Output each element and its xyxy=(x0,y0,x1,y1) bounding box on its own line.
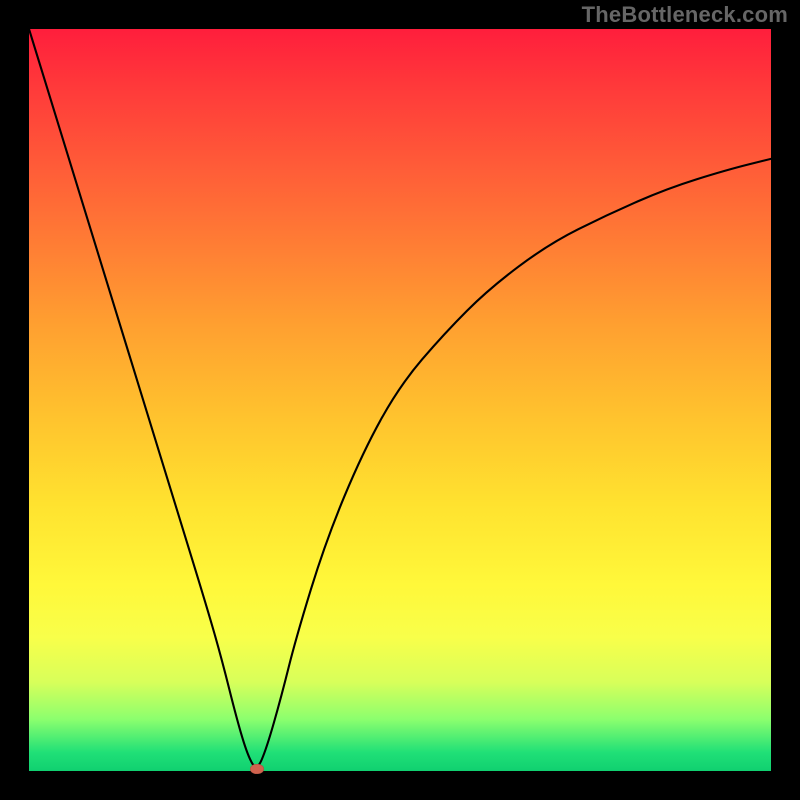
plot-area xyxy=(29,29,771,771)
optimal-marker-icon xyxy=(250,764,264,774)
bottleneck-curve-path xyxy=(29,29,771,767)
chart-root: TheBottleneck.com xyxy=(0,0,800,800)
watermark-text: TheBottleneck.com xyxy=(582,2,788,28)
curve-svg xyxy=(29,29,771,771)
